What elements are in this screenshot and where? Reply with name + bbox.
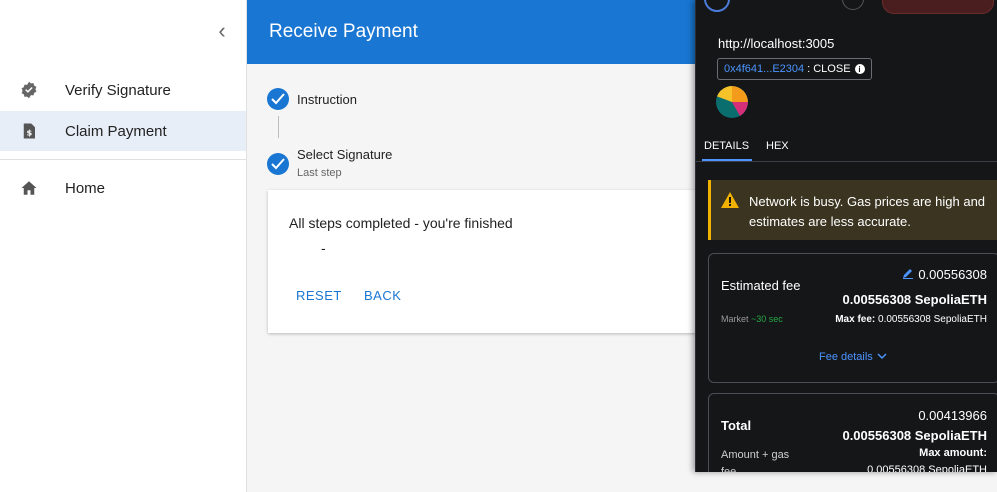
network-icon[interactable] [704,0,730,12]
check-icon [267,88,289,110]
alert-text-line1: Network is busy. Gas prices are high and [749,194,986,209]
chevron-left-icon: ‹ [218,18,226,43]
market-speed: Market ~30 sec [721,314,783,324]
warning-icon [721,192,739,213]
origin-url: http://localhost:3005 [718,36,835,51]
max-amount-label: Max amount: [919,447,987,459]
sidebar-item-verify-signature[interactable]: Verify Signature [0,70,246,110]
tab-hex[interactable]: HEX [766,140,789,152]
account-icon[interactable] [842,0,864,10]
sidebar-item-home[interactable]: Home [0,168,246,208]
home-icon [20,179,38,197]
receipt-dollar-icon: $ [20,122,38,140]
chevron-down-icon [877,351,887,363]
alert-text-line2: estimates are less accurate. [749,214,911,229]
completion-message: All steps completed - you're finished [289,215,513,231]
market-label: Market [721,314,749,324]
network-pill[interactable] [882,0,994,14]
wallet-confirmation-panel: http://localhost:3005 0x4f641...E2304 : … [695,0,997,472]
estimated-fee-box: Estimated fee 0.00556308 0.00556308 Sepo… [708,253,997,383]
account-avatar-icon [716,86,748,118]
check-icon [267,153,289,175]
fee-details-button[interactable]: Fee details [819,351,887,363]
step-label: Instruction [297,92,357,107]
tabs-divider [696,161,997,162]
sidebar: ‹ Verify Signature $ Claim Payment Home [0,0,247,492]
estimated-fee-label: Estimated fee [721,278,801,293]
total-value: 0.00413966 [918,408,987,423]
estimated-fee-value-row: 0.00556308 [902,267,987,282]
total-box: Total 0.00413966 0.00556308 SepoliaETH A… [708,393,997,472]
completion-card: All steps completed - you're finished - … [268,190,698,333]
max-fee-value: 0.00556308 SepoliaETH [878,314,987,325]
edit-pencil-icon[interactable] [902,267,914,282]
svg-text:$: $ [27,128,33,138]
verified-badge-icon [20,81,38,99]
sidebar-item-label: Verify Signature [65,81,171,99]
sidebar-item-claim-payment[interactable]: $ Claim Payment [0,111,246,151]
max-fee: Max fee: 0.00556308 SepoliaETH [835,314,987,325]
info-icon[interactable]: i [854,64,865,74]
amount-gas-label: Amount + gas fee [721,449,790,472]
selected-value: - [321,240,326,256]
fee-details-label: Fee details [819,351,873,363]
step-connector [278,116,279,138]
total-eth: 0.00556308 SepoliaETH [842,428,987,443]
step-label: Select Signature [297,147,393,162]
total-label: Total [721,418,752,433]
network-busy-alert: Network is busy. Gas prices are high and… [708,180,997,240]
sidebar-divider [0,159,246,160]
address-suffix: : CLOSE [807,63,851,75]
estimated-fee-eth: 0.00556308 SepoliaETH [842,292,987,307]
sidebar-item-label: Claim Payment [65,122,167,140]
step-sublabel: Last step [297,167,342,179]
market-time: ~30 sec [751,314,783,324]
contract-address[interactable]: 0x4f641...E2304 [724,63,804,75]
max-fee-label: Max fee: [835,314,876,325]
max-amount-value: 0.00556308 SepoliaETH [867,464,987,472]
estimated-fee-value: 0.00556308 [918,267,987,282]
page-title: Receive Payment [269,21,418,42]
reset-button[interactable]: RESET [296,288,342,303]
back-button[interactable]: BACK [364,288,401,303]
tab-details[interactable]: DETAILS [704,140,749,152]
address-pill[interactable]: 0x4f641...E2304 : CLOSE i [717,58,872,80]
sidebar-item-label: Home [65,179,106,197]
collapse-sidebar-button[interactable]: ‹ [210,16,234,46]
